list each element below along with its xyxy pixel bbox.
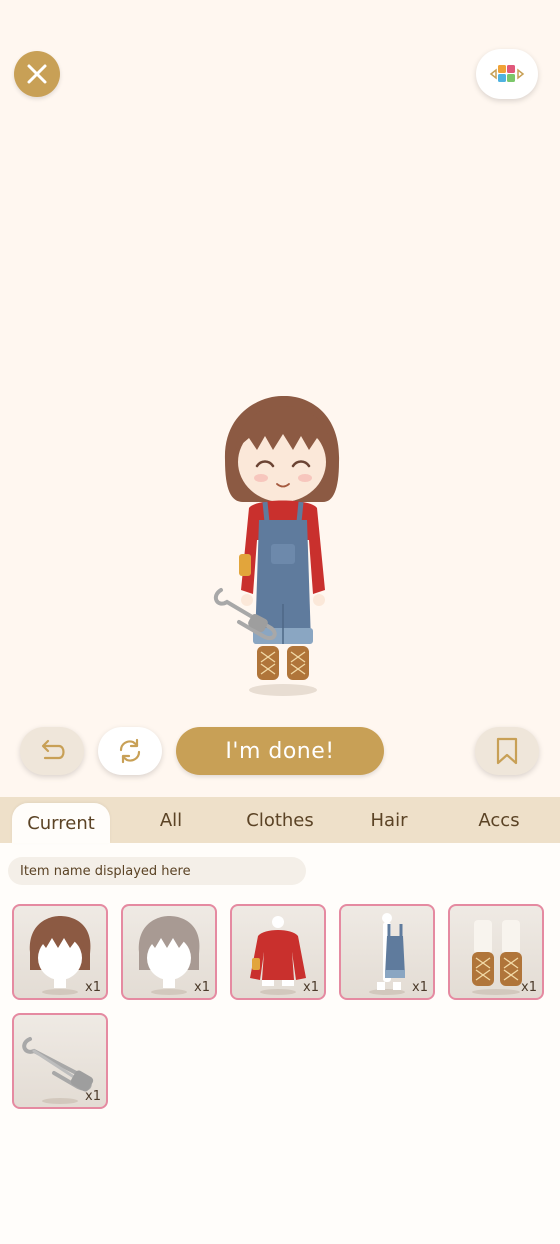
item-slot-safety-pin[interactable]: x1: [12, 1013, 108, 1109]
tab-clothes[interactable]: Clothes: [234, 797, 326, 843]
close-button[interactable]: [14, 51, 60, 97]
item-slot-gray-hair[interactable]: x1: [121, 904, 217, 1000]
item-quantity: x1: [303, 980, 319, 995]
color-palette-icon: [489, 65, 525, 82]
tab-accs[interactable]: Accs: [456, 797, 542, 843]
tab-hair[interactable]: Hair: [346, 797, 432, 843]
bookmark-button[interactable]: [475, 727, 539, 775]
item-slot-boots[interactable]: x1: [448, 904, 544, 1000]
item-quantity: x1: [194, 980, 210, 995]
bookmark-icon: [496, 737, 518, 765]
randomize-button[interactable]: [98, 727, 162, 775]
avatar-character: [213, 395, 340, 696]
palette-button[interactable]: [476, 49, 538, 99]
item-quantity: x1: [412, 980, 428, 995]
item-quantity: x1: [521, 980, 537, 995]
undo-button[interactable]: [20, 727, 84, 775]
close-x-icon: [27, 64, 47, 84]
undo-arrow-icon: [41, 739, 65, 760]
tab-all[interactable]: All: [128, 797, 214, 843]
item-quantity: x1: [85, 980, 101, 995]
item-quantity: x1: [85, 1089, 101, 1104]
item-slot-overalls[interactable]: x1: [339, 904, 435, 1000]
item-slot-red-sweater[interactable]: x1: [230, 904, 326, 1000]
done-button[interactable]: I'm done!: [176, 727, 384, 775]
tab-current[interactable]: Current: [12, 803, 110, 843]
category-tab-bar: Current All Clothes Hair Accs: [0, 797, 560, 843]
avatar-stage: [0, 0, 560, 797]
item-name-label: Item name displayed here: [8, 857, 306, 885]
item-slot-brown-hair[interactable]: x1: [12, 904, 108, 1000]
refresh-cycle-icon: [119, 738, 141, 764]
